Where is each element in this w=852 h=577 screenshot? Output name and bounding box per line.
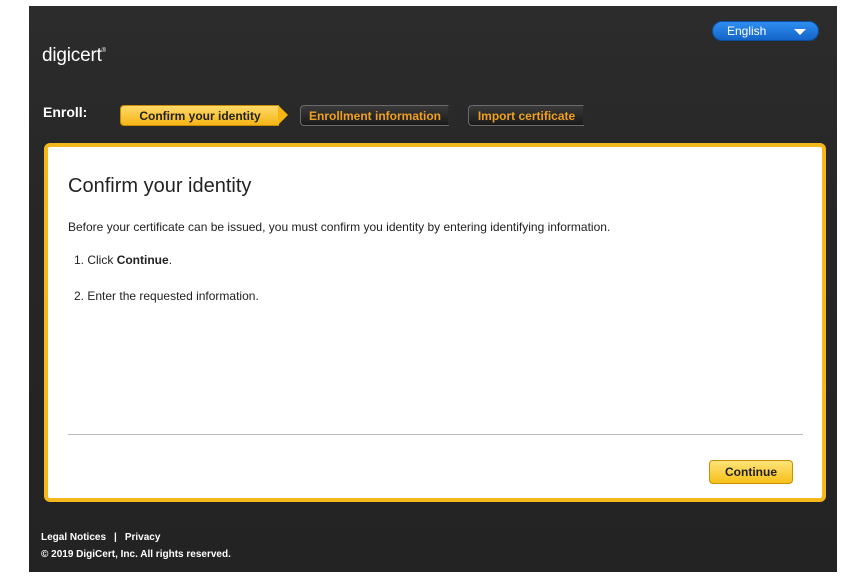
step-confirm-identity: Confirm your identity <box>120 105 288 126</box>
step-import-certificate: Import certificate <box>468 105 593 126</box>
step-label: Enrollment information <box>309 108 441 123</box>
step-arrow-icon <box>448 105 458 125</box>
logo-text: digicert <box>42 45 102 66</box>
intro-text: Before your certificate can be issued, y… <box>68 220 611 234</box>
legal-notices-link[interactable]: Legal Notices <box>41 532 106 543</box>
instruction-step-1: 1. Click Continue. <box>74 253 172 267</box>
browser-viewport: digicert® English Enroll: Confirm your i… <box>0 0 852 577</box>
privacy-link[interactable]: Privacy <box>125 532 161 543</box>
step1-suffix: . <box>168 253 173 267</box>
page-shell: digicert® English Enroll: Confirm your i… <box>29 6 837 572</box>
divider <box>68 434 803 435</box>
card-title: Confirm your identity <box>68 175 252 197</box>
footer-separator: | <box>114 532 117 543</box>
step-arrow-icon <box>583 105 593 125</box>
language-dropdown[interactable]: English <box>712 21 819 41</box>
continue-button[interactable]: Continue <box>709 460 793 484</box>
confirm-identity-card: Confirm your identity Before your certif… <box>44 143 826 502</box>
step-label: Import certificate <box>477 108 576 123</box>
step1-continue-emphasis: Continue <box>116 253 169 267</box>
step-arrow-icon <box>278 105 288 125</box>
registered-mark: ® <box>101 48 106 54</box>
step-label: Confirm your identity <box>139 108 261 123</box>
enroll-label: Enroll: <box>43 104 88 120</box>
copyright-text: © 2019 DigiCert, Inc. All rights reserve… <box>41 549 231 560</box>
language-label: English <box>727 24 767 38</box>
step1-prefix: 1. Click <box>74 253 117 267</box>
digicert-logo: digicert® <box>42 45 106 67</box>
step-enrollment-information: Enrollment information <box>300 105 458 126</box>
footer-links: Legal Notices | Privacy <box>41 532 160 543</box>
instruction-step-2: 2. Enter the requested information. <box>74 289 259 303</box>
chevron-down-icon <box>794 29 806 35</box>
